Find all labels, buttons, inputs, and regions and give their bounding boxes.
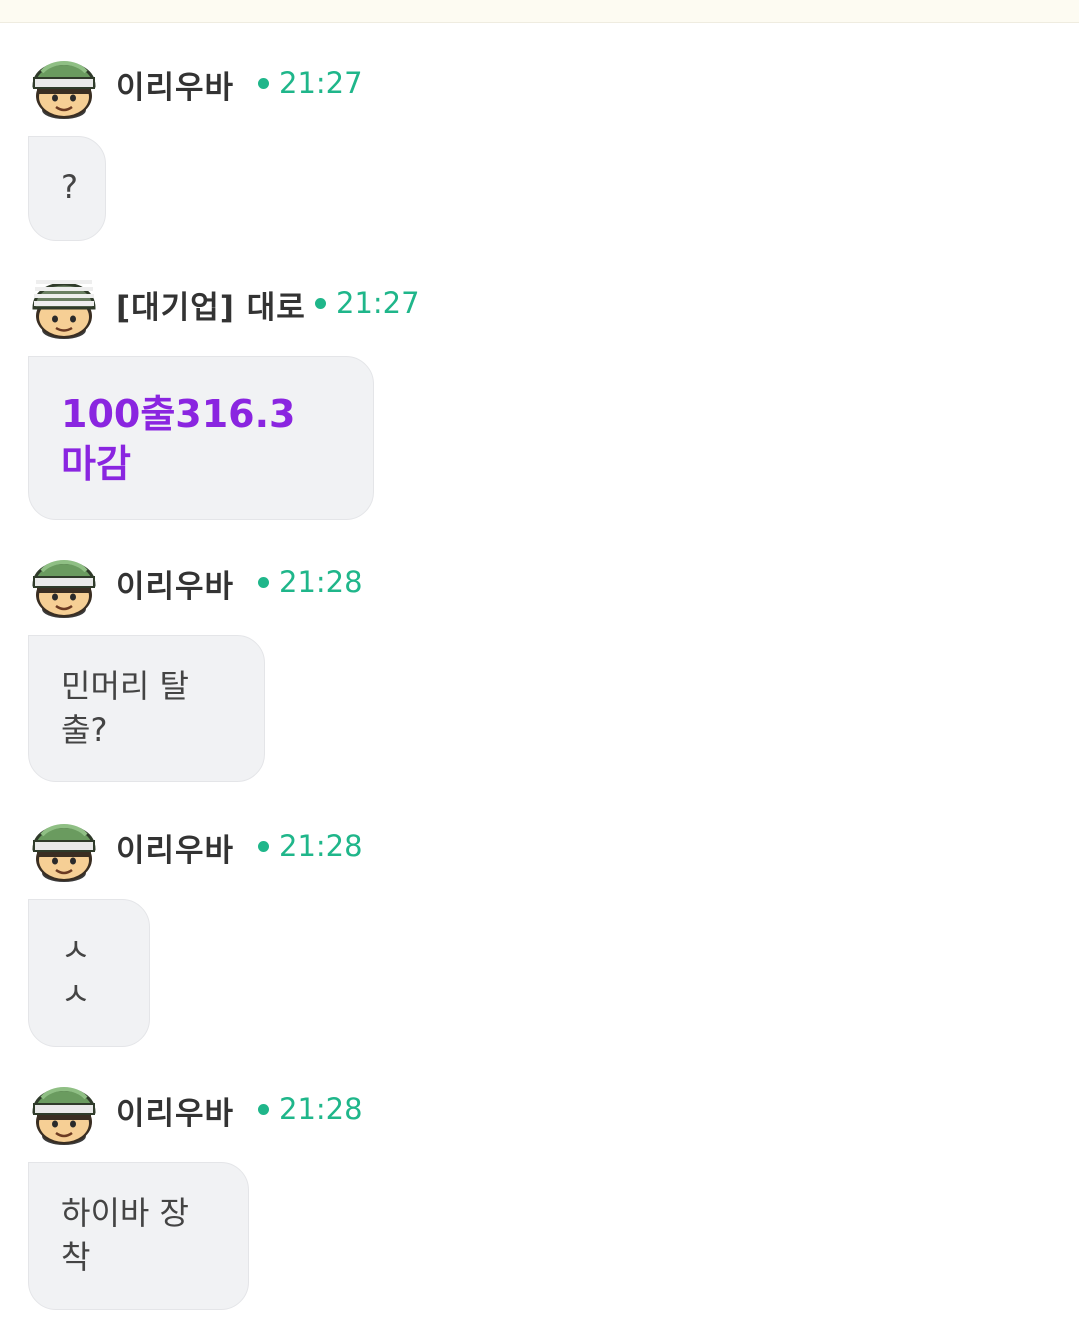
message-header: 이리우바 21:28 [28,813,728,883]
message-text: ? [61,168,78,206]
soldier-striped-helmet-icon[interactable] [28,270,100,340]
timestamp: 21:28 [258,1092,363,1126]
timestamp-text: 21:28 [279,565,363,599]
message-bubble: 100출316.3 마감 [28,356,374,520]
author-name[interactable]: 이리우바 [116,561,234,606]
message-header: 이리우바 21:28 [28,1076,728,1146]
message-header: 이리우바 21:27 [28,50,728,120]
online-dot-icon [258,576,269,588]
timestamp: 21:28 [258,565,363,599]
online-dot-icon [258,840,269,852]
soldier-helmet-icon[interactable] [28,549,100,619]
message-text: 하이바 장착 [61,1194,189,1276]
message-bubble: 하이바 장착 [28,1162,249,1310]
message-header: [대기업] 대로 21:27 [28,270,728,340]
online-dot-icon [315,297,326,309]
online-dot-icon [258,1103,269,1115]
message-text: 100출316.3 마감 [61,392,296,486]
soldier-helmet-icon[interactable] [28,1076,100,1146]
author-name[interactable]: [대기업] 대로 [116,282,306,327]
message-bubble: ㅅㅅ [28,899,150,1047]
author-name[interactable]: 이리우바 [116,1088,234,1133]
timestamp-text: 21:28 [279,1092,363,1126]
top-banner [0,0,1079,23]
timestamp-text: 21:27 [336,286,420,320]
message-header: 이리우바 21:28 [28,549,728,619]
message-bubble: ? [28,136,106,241]
message-text: 민머리 탈출? [61,667,189,749]
online-dot-icon [258,77,269,89]
timestamp-text: 21:27 [279,66,363,100]
soldier-helmet-icon[interactable] [28,50,100,120]
author-name[interactable]: 이리우바 [116,62,234,107]
soldier-helmet-icon[interactable] [28,813,100,883]
message-text: ㅅㅅ [61,931,91,1013]
timestamp: 21:27 [315,286,420,320]
timestamp: 21:28 [258,829,363,863]
author-name[interactable]: 이리우바 [116,825,234,870]
timestamp: 21:27 [258,66,363,100]
timestamp-text: 21:28 [279,829,363,863]
message-bubble: 민머리 탈출? [28,635,265,782]
